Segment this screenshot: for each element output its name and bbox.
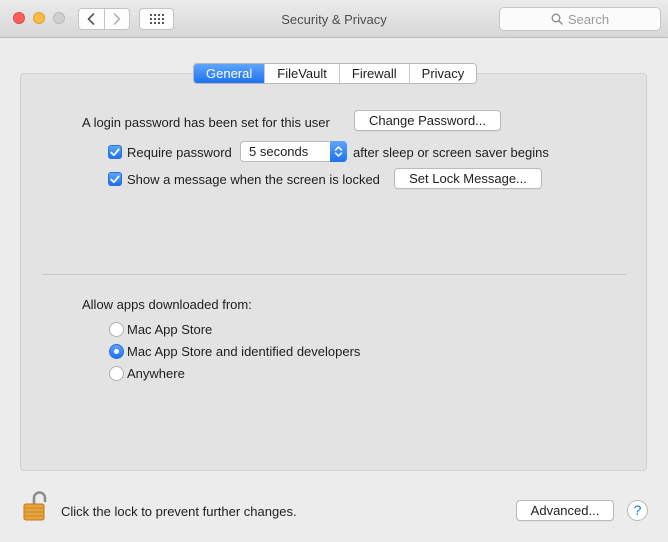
unlocked-padlock-icon	[23, 491, 47, 521]
require-password-label: Require password	[127, 145, 232, 160]
radio-label-anywhere: Anywhere	[127, 366, 185, 381]
tab-privacy[interactable]: Privacy	[408, 64, 477, 83]
password-delay-value: 5 seconds	[249, 144, 309, 159]
login-password-text: A login password has been set for this u…	[82, 115, 330, 130]
password-delay-select[interactable]: 5 seconds	[240, 141, 347, 162]
radio-identified-developers[interactable]	[109, 344, 124, 359]
change-password-button[interactable]: Change Password...	[354, 110, 501, 131]
set-lock-message-button[interactable]: Set Lock Message...	[394, 168, 542, 189]
require-password-suffix: after sleep or screen saver begins	[353, 145, 549, 160]
tab-bar: General FileVault Firewall Privacy	[193, 63, 478, 84]
radio-label-identified-developers: Mac App Store and identified developers	[127, 344, 361, 359]
checkmark-icon	[110, 175, 120, 183]
show-message-checkbox[interactable]	[108, 172, 122, 186]
radio-anywhere[interactable]	[109, 366, 124, 381]
advanced-button[interactable]: Advanced...	[516, 500, 614, 521]
help-button[interactable]: ?	[627, 500, 648, 521]
general-panel: A login password has been set for this u…	[20, 73, 647, 471]
security-privacy-window: Security & Privacy Search General FileVa…	[0, 0, 668, 542]
checkmark-icon	[110, 148, 120, 156]
radio-label-mac-app-store: Mac App Store	[127, 322, 213, 337]
tab-firewall[interactable]: Firewall	[338, 64, 409, 83]
title-bar: Security & Privacy Search	[0, 0, 668, 38]
lock-status-text: Click the lock to prevent further change…	[61, 504, 297, 519]
radio-selected-dot	[114, 349, 119, 354]
search-placeholder: Search	[567, 11, 610, 27]
radio-mac-app-store[interactable]	[109, 322, 124, 337]
show-message-label: Show a message when the screen is locked	[127, 172, 380, 187]
search-icon	[551, 13, 563, 25]
select-arrows-icon	[330, 141, 347, 162]
allow-apps-label: Allow apps downloaded from:	[82, 297, 252, 312]
search-field[interactable]: Search	[499, 7, 661, 31]
section-divider	[42, 274, 626, 275]
require-password-checkbox[interactable]	[108, 145, 122, 159]
tab-general[interactable]: General	[194, 64, 265, 83]
lock-button[interactable]	[23, 490, 47, 525]
tab-filevault[interactable]: FileVault	[264, 64, 339, 83]
